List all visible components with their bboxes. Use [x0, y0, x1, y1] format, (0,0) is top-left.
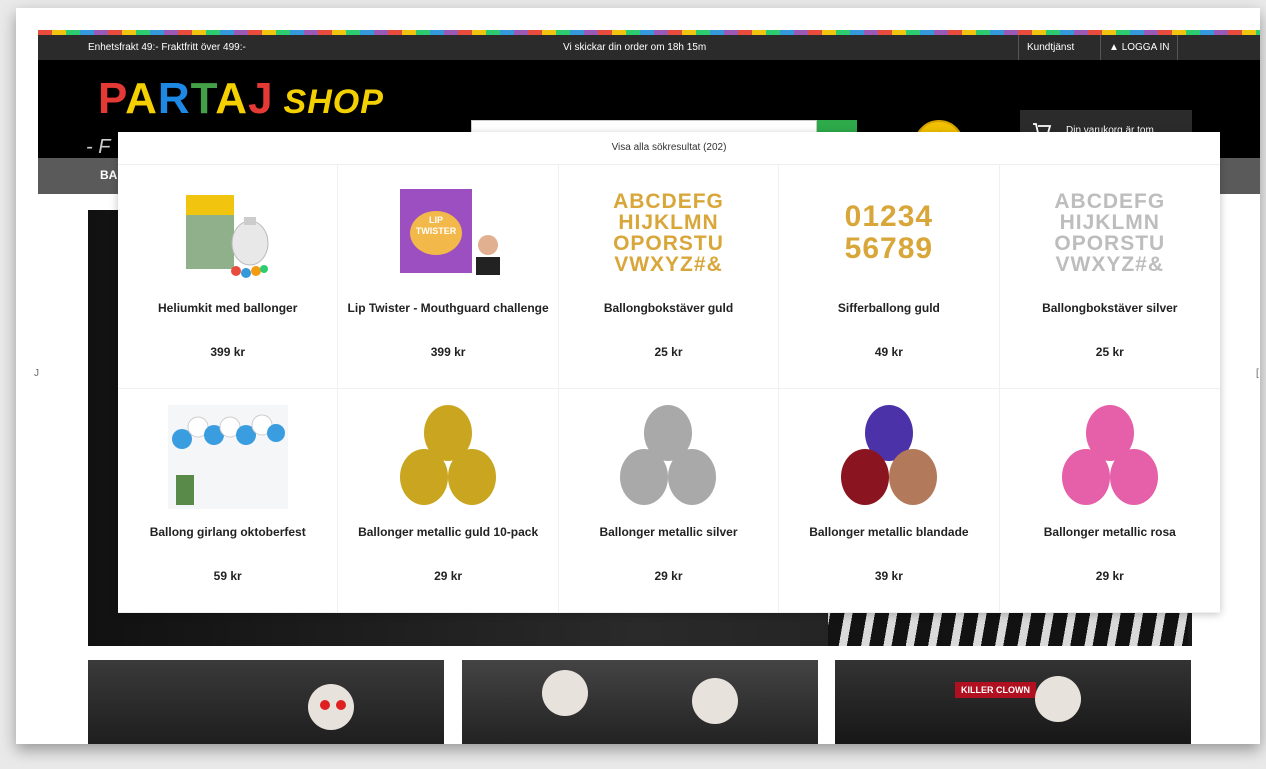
product-name: Lip Twister - Mouthguard challenge [347, 301, 549, 315]
nurse-face-image [692, 678, 738, 724]
logo-shop-text: SHOP [283, 83, 384, 121]
product-name: Sifferballong guld [837, 301, 940, 315]
killer-clown-label: KILLER CLOWN [955, 682, 1036, 698]
logo-letter: R [157, 74, 191, 123]
product-image: ABCDEFG HIJKLMN OPORSTU VWXYZ#& [608, 181, 728, 285]
dispatch-timer: Vi skickar din order om 18h 15m [563, 42, 707, 53]
product-image [168, 181, 288, 285]
logo-letter: A [125, 74, 158, 123]
product-card[interactable]: Ballonger metallic silver 29 kr [558, 389, 780, 613]
product-name: Ballongbokstäver guld [603, 301, 734, 315]
reaper-image [308, 684, 354, 730]
product-card[interactable]: ABCDEFG HIJKLMN OPORSTU VWXYZ#& Ballongb… [558, 165, 780, 389]
product-name: Ballonger metallic rosa [1043, 525, 1176, 539]
product-image [167, 405, 288, 509]
clown-mask-image [542, 670, 588, 716]
product-price: 29 kr [434, 569, 463, 583]
shipping-info: Enhetsfrakt 49:- Fraktfritt över 499:- [88, 42, 246, 53]
search-suggestions: Visa alla sökresultat (202) Heliumkit me… [118, 132, 1220, 613]
product-image: 01234 56789 [829, 181, 949, 285]
logo-letter: P [98, 74, 126, 123]
product-price: 29 kr [654, 569, 683, 583]
product-price: 399 kr [210, 345, 246, 359]
banner-halloween-decor[interactable] [88, 660, 444, 744]
banner-makeup[interactable]: KILLER CLOWN [835, 660, 1191, 744]
product-image [1050, 405, 1170, 509]
gold-letters-image: ABCDEFG HIJKLMN OPORSTU VWXYZ#& [613, 190, 724, 276]
customer-service-link[interactable]: Kundtjänst [1018, 35, 1082, 60]
page: Enhetsfrakt 49:- Fraktfritt över 499:- V… [38, 30, 1260, 744]
top-bar: Enhetsfrakt 49:- Fraktfritt över 499:- V… [38, 35, 1260, 60]
red-eye [320, 700, 330, 710]
red-eye [336, 700, 346, 710]
product-card[interactable]: Ballonger metallic rosa 29 kr [999, 389, 1220, 613]
product-name: Ballonger metallic guld 10-pack [358, 525, 539, 539]
product-price: 25 kr [654, 345, 683, 359]
gold-numbers-image: 01234 56789 [844, 200, 934, 265]
logo-letter: T [190, 74, 216, 123]
product-name: Ballong girlang oktoberfest [149, 525, 306, 539]
product-name: Ballonger metallic blandade [809, 525, 969, 539]
clown-face-image [1035, 676, 1081, 722]
logo-letter: A [215, 74, 249, 123]
product-card[interactable]: 01234 56789 Sifferballong guld 49 kr [779, 165, 1000, 389]
product-card[interactable]: Ballonger metallic guld 10-pack 29 kr [338, 389, 559, 613]
login-label: LOGGA IN [1121, 42, 1170, 53]
product-card[interactable]: Ballong girlang oktoberfest 59 kr [118, 389, 339, 613]
product-price: 25 kr [1095, 345, 1124, 359]
product-card[interactable]: LIP TWISTER Lip Twister - Mouthguard cha… [338, 165, 559, 389]
product-price: 49 kr [874, 345, 903, 359]
product-name: Ballonger metallic silver [599, 525, 738, 539]
product-image [829, 405, 949, 509]
product-card[interactable]: Ballonger metallic blandade 39 kr [779, 389, 1000, 613]
product-card[interactable]: ABCDEFG HIJKLMN OPORSTU VWXYZ#& Ballongb… [999, 165, 1220, 389]
logo-text: PARTAJ [98, 74, 274, 123]
product-price: 59 kr [213, 569, 242, 583]
user-icon: ▲ [1109, 42, 1122, 53]
product-price: 29 kr [1095, 569, 1124, 583]
product-price: 39 kr [874, 569, 903, 583]
logo-letter: J [248, 74, 274, 123]
lip-twister-label: LIP [429, 215, 443, 225]
banner-costumes[interactable] [462, 660, 818, 744]
product-image [608, 405, 728, 509]
nav-item-first[interactable]: BA [100, 168, 117, 182]
silver-letters-image: ABCDEFG HIJKLMN OPORSTU VWXYZ#& [1054, 190, 1166, 276]
tagline: - F [86, 136, 111, 158]
site-logo[interactable]: PARTAJ SHOP [98, 74, 384, 124]
login-link[interactable]: ▲ LOGGA IN [1100, 35, 1179, 60]
screenshot-frame: Enhetsfrakt 49:- Fraktfritt över 499:- V… [16, 8, 1260, 744]
product-price: 399 kr [430, 345, 466, 359]
product-grid: Heliumkit med ballonger 399 kr LIP TWIST… [118, 165, 1220, 613]
product-card[interactable]: Heliumkit med ballonger 399 kr [118, 165, 339, 389]
product-image: ABCDEFG HIJKLMN OPORSTU VWXYZ#& [1050, 181, 1170, 285]
lip-twister-label: TWISTER [416, 226, 457, 236]
carousel-prev-icon[interactable]: J [34, 368, 39, 379]
product-image [388, 405, 508, 509]
show-all-results-link[interactable]: Visa alla sökresultat (202) [118, 132, 1220, 165]
product-name: Ballongbokstäver silver [1042, 301, 1178, 315]
product-name: Heliumkit med ballonger [158, 301, 298, 315]
carousel-next-icon[interactable]: [ [1256, 368, 1259, 379]
product-image: LIP TWISTER [388, 181, 508, 285]
